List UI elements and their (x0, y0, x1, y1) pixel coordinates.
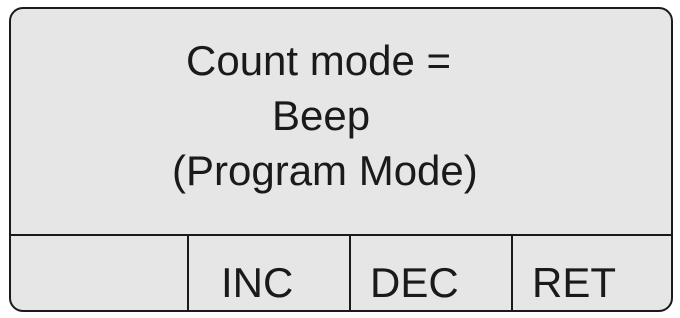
softkey-dec[interactable]: DEC (349, 236, 511, 310)
softkey-dec-label: DEC (370, 259, 459, 306)
softkey-blank[interactable] (11, 236, 187, 310)
display-line-count-mode: Count mode = (186, 37, 452, 84)
display-line-mode: (Program Mode) (172, 147, 478, 194)
softkey-ret[interactable]: RET (511, 236, 671, 310)
softkey-inc-label: INC (221, 259, 294, 306)
lcd-panel: Count mode = Beep (Program Mode) INC DEC… (9, 7, 673, 312)
softkey-ret-label: RET (532, 259, 616, 306)
lcd-display: Count mode = Beep (Program Mode) (11, 9, 671, 234)
softkey-inc[interactable]: INC (187, 236, 349, 310)
display-line-value: Beep (272, 92, 371, 139)
softkey-row: INC DEC RET (11, 234, 671, 310)
